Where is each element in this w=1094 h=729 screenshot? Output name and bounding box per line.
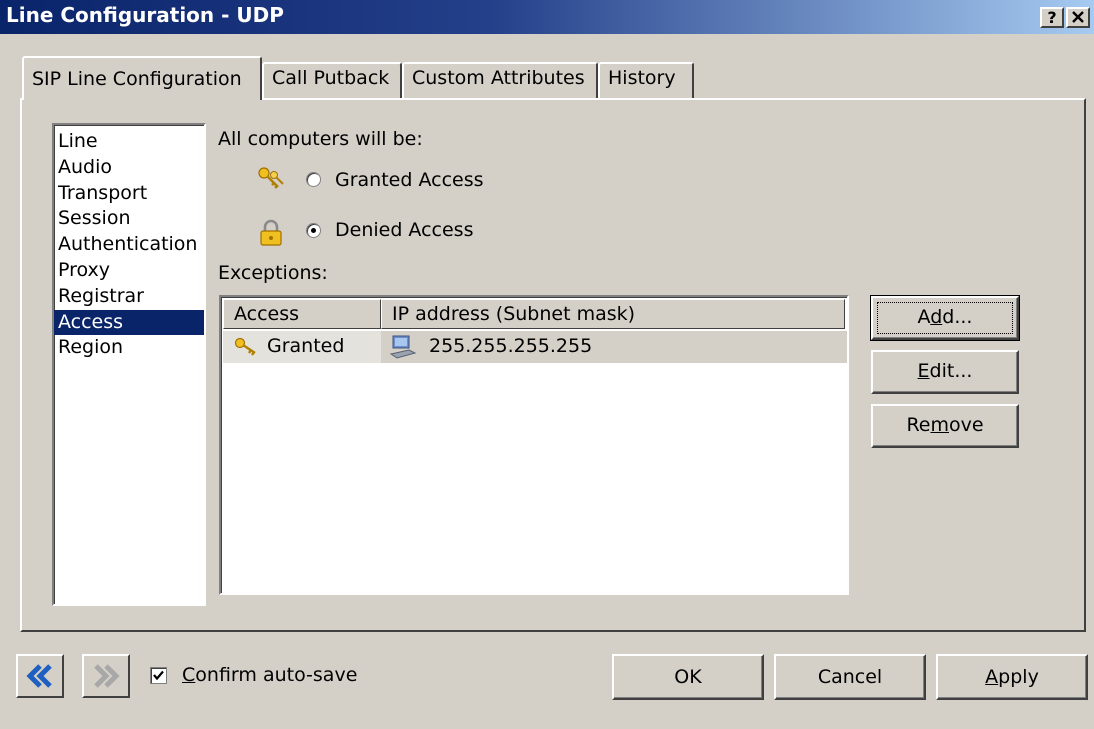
- double-chevron-left-icon: [26, 664, 52, 688]
- row-ip-value: 255.255.255.255: [429, 335, 593, 357]
- computer-icon: [389, 335, 417, 359]
- category-item-transport[interactable]: Transport: [54, 181, 204, 207]
- tab-history[interactable]: History: [598, 62, 694, 98]
- window-title: Line Configuration - UDP: [6, 3, 284, 27]
- column-header-access[interactable]: Access: [223, 299, 381, 329]
- close-icon: [1072, 11, 1084, 23]
- category-item-registrar[interactable]: Registrar: [54, 284, 204, 310]
- denied-access-label[interactable]: Denied Access: [335, 219, 473, 241]
- remove-button-label: Remove: [906, 414, 984, 436]
- row-ip-cell: 255.255.255.255: [223, 331, 847, 363]
- category-item-region[interactable]: Region: [54, 335, 204, 361]
- tab-call-putback[interactable]: Call Putback: [262, 62, 402, 98]
- close-button[interactable]: [1066, 7, 1090, 28]
- category-item-audio[interactable]: Audio: [54, 155, 204, 181]
- apply-button-label: Apply: [985, 666, 1039, 688]
- double-chevron-right-icon: [94, 664, 120, 688]
- exceptions-list[interactable]: Access IP address (Subnet mask) Granted …: [219, 295, 849, 595]
- ok-button[interactable]: OK: [612, 654, 764, 700]
- category-item-access[interactable]: Access: [54, 309, 204, 336]
- help-button[interactable]: ?: [1040, 7, 1064, 28]
- next-button[interactable]: [82, 654, 130, 698]
- apply-button[interactable]: Apply: [936, 654, 1088, 700]
- add-button[interactable]: Add...: [870, 295, 1020, 341]
- category-item-line[interactable]: Line: [54, 129, 204, 155]
- confirm-auto-save-label[interactable]: Confirm auto-save: [182, 664, 357, 686]
- category-list[interactable]: Line Audio Transport Session Authenticat…: [52, 123, 206, 606]
- category-item-authentication[interactable]: Authentication: [54, 232, 204, 258]
- previous-button[interactable]: [16, 654, 64, 698]
- keys-icon: [258, 167, 284, 189]
- ok-button-label: OK: [674, 666, 702, 688]
- checkmark-icon: [153, 670, 164, 681]
- category-item-proxy[interactable]: Proxy: [54, 258, 204, 284]
- granted-access-label[interactable]: Granted Access: [335, 169, 484, 191]
- all-computers-heading: All computers will be:: [218, 128, 423, 150]
- table-row[interactable]: Granted 255.255.255.255: [223, 331, 847, 363]
- denied-access-radio[interactable]: [306, 223, 321, 238]
- add-button-label: Add...: [917, 306, 973, 328]
- category-item-session[interactable]: Session: [54, 206, 204, 232]
- lock-icon: [260, 219, 282, 246]
- exceptions-label: Exceptions:: [218, 262, 328, 284]
- edit-button[interactable]: Edit...: [871, 350, 1019, 394]
- granted-access-radio[interactable]: [306, 172, 321, 187]
- edit-button-label: Edit...: [917, 360, 973, 382]
- remove-button[interactable]: Remove: [871, 404, 1019, 448]
- title-bar[interactable]: Line Configuration - UDP ?: [0, 0, 1094, 34]
- confirm-auto-save-checkbox[interactable]: [150, 667, 167, 684]
- cancel-button-label: Cancel: [817, 666, 883, 688]
- tab-sip-line-configuration[interactable]: SIP Line Configuration: [22, 56, 262, 100]
- cancel-button[interactable]: Cancel: [774, 654, 926, 700]
- tab-custom-attributes[interactable]: Custom Attributes: [402, 62, 598, 98]
- column-header-ip-address[interactable]: IP address (Subnet mask): [381, 299, 845, 329]
